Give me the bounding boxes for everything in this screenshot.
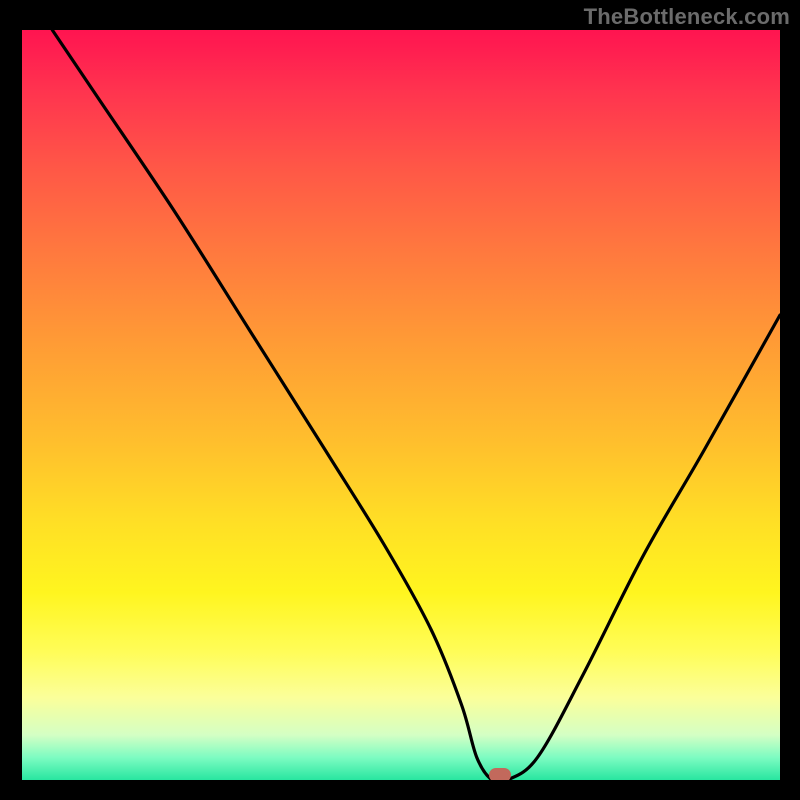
minimum-marker (489, 768, 511, 780)
bottleneck-curve (22, 30, 780, 780)
watermark-text: TheBottleneck.com (584, 4, 790, 30)
chart-stage: TheBottleneck.com (0, 0, 800, 800)
plot-area (22, 30, 780, 780)
